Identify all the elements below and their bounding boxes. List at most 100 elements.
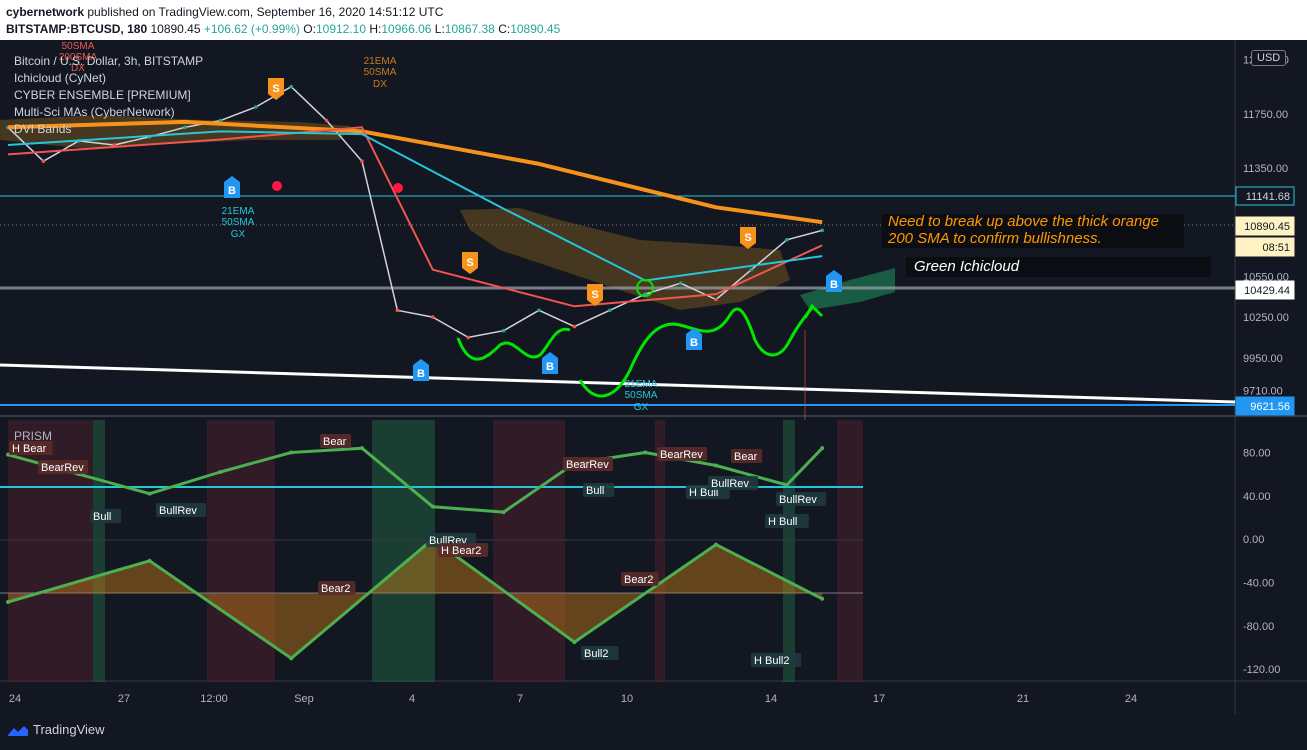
time-tick-label: 10: [621, 693, 633, 705]
price-point: [608, 308, 612, 313]
osc-state-label: Bear: [734, 451, 758, 463]
price-tag-label: 08:51: [1262, 242, 1290, 254]
osc-tick-label: -80.00: [1243, 621, 1274, 633]
branding-label: TradingView: [33, 722, 105, 737]
osc-state-label: Bear2: [321, 583, 350, 595]
note-line-1: Need to break up above the thick orange: [888, 213, 1160, 230]
osc-state-label: BullRev: [779, 494, 817, 506]
price-point: [785, 238, 789, 242]
osc-point: [289, 450, 294, 455]
last-price: 10890.45: [150, 22, 201, 36]
chart-title[interactable]: Bitcoin / U.S. Dollar, 3h, BITSTAMP: [14, 54, 203, 68]
osc-state-label: BearRev: [660, 449, 703, 461]
header-bar: cybernetwork published on TradingView.co…: [0, 0, 1307, 40]
osc-state-label: H Bear2: [441, 545, 481, 557]
osc-point: [218, 470, 223, 474]
price-point: [537, 308, 541, 313]
osc-point: [147, 558, 152, 563]
ema-cross-bottom-3: GX: [634, 402, 649, 413]
osc-state-label: Bull2: [584, 648, 608, 660]
indicator-cyber-ensemble[interactable]: CYBER ENSEMBLE [PREMIUM]: [14, 88, 191, 102]
time-tick-label: 24: [1125, 693, 1137, 705]
price-point: [678, 281, 683, 286]
time-tick-label: 27: [118, 693, 130, 705]
osc-point: [643, 450, 648, 455]
osc-point: [572, 640, 577, 645]
osc-state-label: Bear2: [624, 574, 653, 586]
price-point: [466, 335, 471, 340]
footer-bar: [0, 714, 1307, 750]
oscillator-axis[interactable]: 80.00 40.00 0.00 -40.00 -80.00 -120.00: [1243, 448, 1280, 677]
ema-cross-top-2: 50SMA: [364, 67, 397, 78]
close-label: C:: [498, 22, 511, 36]
osc-point: [6, 600, 10, 604]
close-value: 10890.45: [510, 22, 561, 36]
osc-point: [784, 483, 789, 487]
published-text: published on TradingView.com, September …: [87, 5, 444, 19]
price-point: [820, 228, 824, 233]
green-cloud-note: Green Ichicloud: [914, 258, 1020, 275]
price-point: [254, 105, 258, 109]
cross-dot: [393, 183, 403, 193]
currency-button[interactable]: USD: [1251, 50, 1287, 66]
osc-point: [501, 510, 506, 515]
time-tick-label: 7: [517, 693, 523, 705]
time-tick-label: 21: [1017, 693, 1029, 705]
price-point: [41, 159, 46, 164]
price-tick-label: 9710.00: [1243, 385, 1283, 397]
osc-point: [714, 463, 718, 468]
author-name[interactable]: cybernetwork: [6, 5, 84, 19]
symbol-label[interactable]: BITSTAMP:BTCUSD, 180: [6, 22, 147, 36]
note-line-2: 200 SMA to confirm bullishness.: [888, 230, 1102, 247]
price-tick-label: 9950.00: [1243, 353, 1283, 365]
high-label: H:: [369, 22, 382, 36]
price-point: [572, 324, 577, 329]
low-label: L:: [434, 22, 445, 36]
svg-text:S: S: [744, 232, 751, 244]
osc-point: [714, 542, 718, 547]
svg-text:B: B: [690, 337, 698, 349]
osc-tick-label: 80.00: [1243, 448, 1271, 460]
svg-text:B: B: [830, 279, 838, 291]
indicator-dvi-bands[interactable]: DVI Bands: [14, 122, 71, 136]
publish-line: cybernetwork published on TradingView.co…: [6, 5, 443, 19]
ema-cross-left-3: GX: [231, 229, 246, 240]
osc-point: [289, 656, 294, 661]
svg-text:S: S: [591, 289, 598, 301]
high-value: 10966.06: [381, 22, 432, 36]
low-value: 10867.38: [444, 22, 495, 36]
ema-cross-left-2: 50SMA: [222, 217, 255, 228]
ema-cross-bottom-1: 21EMA: [625, 379, 658, 390]
osc-tick-label: -120.00: [1243, 664, 1280, 676]
price-point: [289, 84, 294, 89]
indicator-multi-mas[interactable]: Multi-Sci MAs (CyberNetwork): [14, 105, 175, 119]
price-tag-label: 11141.68: [1246, 191, 1290, 203]
price-tick-label: 10250.00: [1243, 312, 1289, 324]
osc-point: [820, 596, 825, 601]
price-tags: 11141.68 10890.45 08:51 10429.44 9621.56: [1235, 186, 1295, 416]
price-point: [360, 159, 364, 164]
osc-state-label: H Bull2: [754, 655, 789, 667]
osc-tick-label: 40.00: [1243, 491, 1271, 503]
ema-cross-top-3: DX: [373, 79, 387, 90]
osc-state-label: H Bull: [768, 516, 797, 528]
osc-state-label: Bear: [323, 436, 347, 448]
price-tick-label: 11750.00: [1243, 109, 1288, 121]
tradingview-icon: [8, 725, 28, 736]
tradingview-logo[interactable]: TradingView: [8, 722, 105, 737]
osc-tick-label: 0.00: [1243, 534, 1264, 546]
chart-area[interactable]: B B B B B S S S S 21EMA 50SMA DX 21EMA 5…: [0, 40, 1307, 714]
osc-bear-band: [493, 420, 565, 682]
oscillator-title[interactable]: PRISM: [14, 429, 52, 443]
indicator-ichicloud[interactable]: Ichicloud (CyNet): [14, 71, 106, 85]
svg-text:B: B: [417, 368, 425, 380]
price-point: [431, 315, 435, 319]
time-axis[interactable]: 24 27 12:00 Sep 4 7 10 14 17 21 24: [9, 693, 1137, 705]
osc-state-label: BullRev: [159, 505, 197, 517]
time-tick-label: 17: [873, 693, 885, 705]
time-tick-label: Sep: [294, 693, 314, 705]
osc-bull-band: [783, 420, 795, 682]
svg-text:S: S: [466, 257, 473, 269]
time-tick-label: 12:00: [200, 693, 228, 705]
svg-text:B: B: [228, 185, 236, 197]
